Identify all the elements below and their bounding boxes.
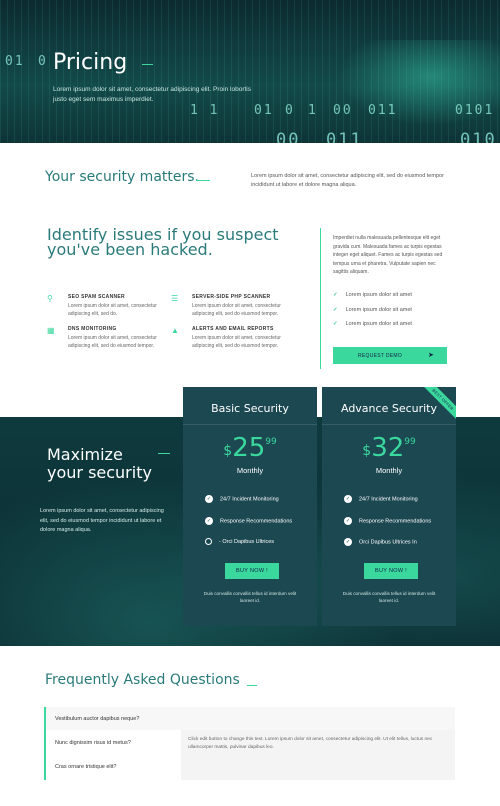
feature-title: ALERTS AND EMAIL REPORTS <box>192 326 274 332</box>
side-text: Imperdiet nulla malesuada pellentesque e… <box>333 235 443 276</box>
heading-accent-line <box>158 453 170 454</box>
faq-answer: Click edit button to change this text. L… <box>188 737 433 750</box>
check-circle-icon: ✓ <box>344 495 352 503</box>
side-divider <box>320 228 321 369</box>
feature-desc: Lorem ipsum dolor sit amet, consectetur … <box>68 335 157 349</box>
plan-period: Monthly <box>375 466 403 475</box>
faq-heading: Frequently Asked Questions <box>45 672 240 688</box>
check-item: ✓ Lorem ipsum dolor sit amet <box>333 292 412 298</box>
alert-icon: ▲ <box>171 326 179 335</box>
check-circle-icon: ✓ <box>205 517 213 525</box>
faq-active-indicator <box>44 707 46 780</box>
divider <box>183 424 317 425</box>
feature-title: SEO SPAM SCANNER <box>68 294 125 300</box>
check-circle-icon: ✓ <box>344 538 352 546</box>
dns-icon: ▦ <box>47 326 55 335</box>
faq-answer-panel: Click edit button to change this text. L… <box>181 730 455 780</box>
plan-card-advance: BEST OFFER Advance Security $3299 Monthl… <box>322 387 456 626</box>
send-icon: ➤ <box>428 352 435 359</box>
title-accent-line <box>142 64 153 65</box>
page-title: Pricing <box>53 50 128 75</box>
request-demo-label: REQUEST DEMO <box>358 353 403 359</box>
search-icon: ⚲ <box>47 294 53 303</box>
binary-text: 0 <box>38 54 48 69</box>
identify-heading: Identify issues if you suspect you've be… <box>47 225 279 259</box>
binary-text: 0 <box>285 103 295 118</box>
feature-desc: Lorem ipsum dolor sit amet, consectetur … <box>192 303 281 317</box>
binary-text: 010 <box>460 130 497 143</box>
empty-circle-icon <box>205 538 212 545</box>
divider <box>322 424 456 425</box>
plan-feature: ✓ 24/7 Incident Monitoring <box>344 495 418 503</box>
binary-text: 1 <box>308 103 318 118</box>
check-icon: ✓ <box>333 292 338 298</box>
faq-accordion: Vestibulum auctor dapibus neque? Nunc di… <box>44 707 455 780</box>
faq-question[interactable]: Nunc dignissim risus id metus? <box>55 740 131 746</box>
plan-price: $2599 <box>223 433 277 463</box>
buy-now-button[interactable]: BUY NOW ! <box>364 563 418 579</box>
feature-desc: Lorem ipsum dolor sit amet, consectetur … <box>68 303 157 317</box>
binary-text: 0101 <box>455 103 495 118</box>
plan-footer-text: Duis convallis convallis tellus id inter… <box>203 591 297 603</box>
binary-text: 01 <box>254 103 274 118</box>
check-icon: ✓ <box>333 307 338 313</box>
feature-desc: Lorem ipsum dolor sit amet, consectetur … <box>192 335 281 349</box>
faq-question[interactable]: Vestibulum auctor dapibus neque? <box>55 716 139 722</box>
security-heading: Your security matters. <box>45 169 199 185</box>
binary-text: 011 <box>326 130 363 143</box>
server-icon: ☰ <box>171 294 179 303</box>
buy-now-button[interactable]: BUY NOW ! <box>225 563 279 579</box>
plan-name: Basic Security <box>211 402 289 415</box>
feature-title: DNS MONITORING <box>68 326 117 332</box>
plan-feature: ✓ Response Recommendations <box>344 517 432 525</box>
check-item: ✓ Lorem ipsum dolor sit amet <box>333 307 412 313</box>
heading-accent-line <box>247 685 257 686</box>
check-circle-icon: ✓ <box>205 495 213 503</box>
binary-text: 011 <box>368 103 398 118</box>
plan-card-basic: Basic Security $2599 Monthly ✓ 24/7 Incid… <box>183 387 317 626</box>
check-item: ✓ Lorem ipsum dolor sit amet <box>333 321 412 327</box>
maximize-text: Lorem ipsum dolor sit amet, consectetur … <box>40 508 164 533</box>
binary-text: 00 <box>333 103 353 118</box>
faq-question[interactable]: Cras ornare tristique elit? <box>55 764 116 770</box>
maximize-heading: Maximize your security <box>47 445 152 482</box>
security-text: Lorem ipsum dolor sit amet, consectetur … <box>251 173 444 188</box>
plan-name: Advance Security <box>340 402 438 415</box>
hero-banner: 01 0 1 1 01 0 1 00 011 0101 00 011 010 P… <box>0 0 500 143</box>
plan-feature: ✓ 24/7 Incident Monitoring <box>205 495 279 503</box>
plan-feature: - Orci Dapibus Ultrices <box>205 538 315 545</box>
plan-price: $3299 <box>362 433 416 463</box>
check-circle-icon: ✓ <box>344 517 352 525</box>
plan-footer-text: Duis convallis convallis tellus id inter… <box>342 591 436 603</box>
hero-subtitle: Lorem ipsum dolor sit amet, consectetur … <box>53 86 251 103</box>
check-icon: ✓ <box>333 321 338 327</box>
plan-period: Monthly <box>236 466 264 475</box>
plan-feature: ✓ Orci Dapibus Ultrices In <box>344 538 417 546</box>
heading-accent-line <box>196 180 210 181</box>
plan-feature: ✓ Response Recommendations <box>205 517 293 525</box>
binary-text: 1 1 <box>190 103 220 118</box>
feature-title: SERVER-SIDE PHP SCANNER <box>192 294 271 300</box>
binary-text: 01 <box>5 54 25 69</box>
binary-text: 00 <box>276 130 301 143</box>
request-demo-button[interactable]: REQUEST DEMO ➤ <box>333 347 447 364</box>
